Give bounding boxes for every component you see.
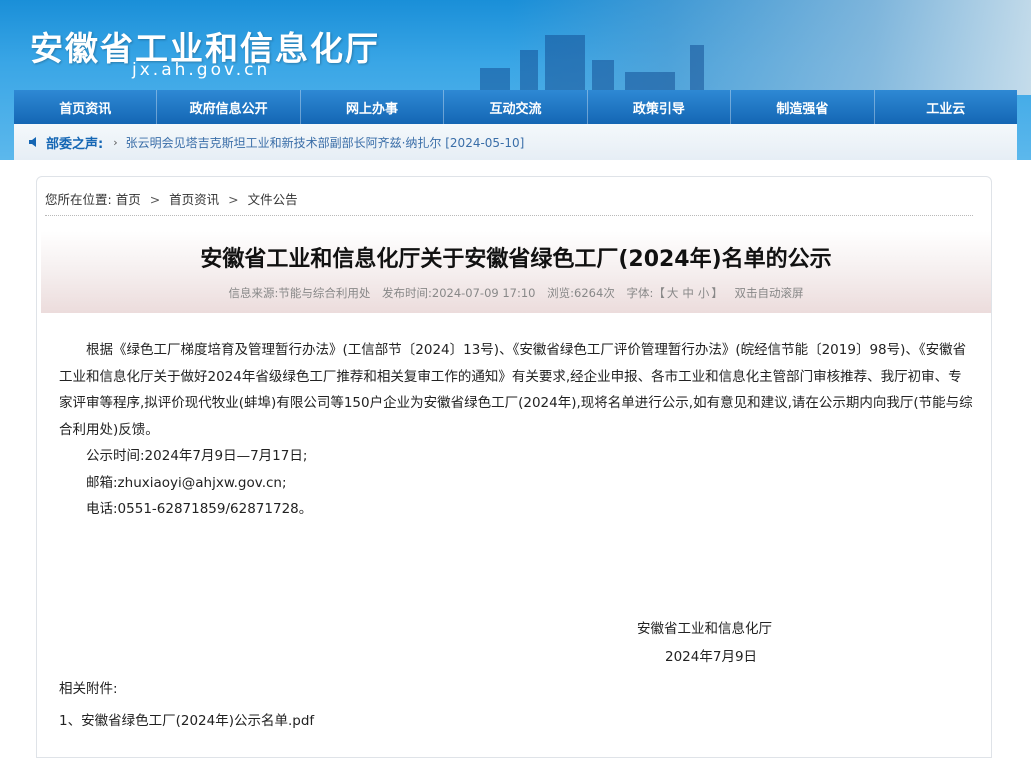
font-small-button[interactable]: 小 — [698, 286, 710, 300]
nav-item-industry-cloud[interactable]: 工业云 — [875, 90, 1017, 124]
nav-item-manufacturing[interactable]: 制造强省 — [731, 90, 875, 124]
nav-item-online-service[interactable]: 网上办事 — [301, 90, 445, 124]
nav-item-gov-info[interactable]: 政府信息公开 — [157, 90, 301, 124]
breadcrumb-prefix: 您所在位置: — [45, 192, 112, 207]
breadcrumb-home[interactable]: 首页 — [116, 192, 141, 207]
site-domain: jx.ah.gov.cn — [132, 60, 271, 80]
breadcrumb: 您所在位置: 首页 > 首页资讯 > 文件公告 — [45, 189, 298, 208]
ticker-news-link[interactable]: 张云明会见塔吉克斯坦工业和新技术部副部长阿齐兹·纳扎尔 [2024-05-10] — [126, 134, 525, 151]
article-body: 根据《绿色工厂梯度培育及管理暂行办法》(工信部节〔2024〕13号)、《安徽省绿… — [59, 337, 973, 523]
article-title: 安徽省工业和信息化厅关于安徽省绿色工厂(2024年)名单的公示 — [200, 247, 832, 272]
body-paragraph: 根据《绿色工厂梯度培育及管理暂行办法》(工信部节〔2024〕13号)、《安徽省绿… — [59, 342, 973, 438]
signature-org: 安徽省工业和信息化厅 — [637, 621, 772, 637]
nav-item-home[interactable]: 首页资讯 — [14, 90, 158, 124]
meta-date: 发布时间:2024-07-09 17:10 — [382, 286, 536, 300]
signature-date: 2024年7月9日 — [665, 649, 758, 665]
banner-building — [690, 45, 704, 90]
banner-cityscape — [511, 0, 1031, 95]
bracket-close: 】 — [711, 286, 723, 300]
banner-building — [545, 35, 585, 90]
attachment-link[interactable]: 1、安徽省绿色工厂(2024年)公示名单.pdf — [59, 709, 314, 729]
bracket-open: 【 — [653, 286, 665, 300]
font-size-control: 字体:【大中小】 — [626, 286, 726, 300]
breadcrumb-news[interactable]: 首页资讯 — [169, 192, 219, 207]
speaker-icon — [29, 137, 36, 147]
body-paragraph: 电话:0551-62871859/62871728。 — [86, 501, 313, 517]
nav-item-policy[interactable]: 政策引导 — [588, 90, 732, 124]
article-meta: 信息来源:节能与综合利用处 发布时间:2024-07-09 17:10 浏览:6… — [41, 285, 991, 301]
news-ticker: 部委之声: › 张云明会见塔吉克斯坦工业和新技术部副部长阿齐兹·纳扎尔 [202… — [14, 124, 1017, 160]
font-label: 字体: — [626, 286, 654, 300]
meta-source: 信息来源:节能与综合利用处 — [228, 286, 371, 300]
font-large-button[interactable]: 大 — [667, 286, 679, 300]
autoscroll-hint: 双击自动滚屏 — [734, 286, 804, 300]
breadcrumb-announcements[interactable]: 文件公告 — [248, 192, 298, 207]
banner-building — [520, 50, 538, 90]
main-nav: 首页资讯 政府信息公开 网上办事 互动交流 政策引导 制造强省 工业云 — [14, 90, 1017, 124]
nav-item-interaction[interactable]: 互动交流 — [444, 90, 588, 124]
breadcrumb-separator: > — [149, 192, 161, 207]
banner-building — [592, 60, 614, 90]
content-panel: 您所在位置: 首页 > 首页资讯 > 文件公告 安徽省工业和信息化厅关于安徽省绿… — [36, 176, 992, 758]
body-paragraph: 邮箱:zhuxiaoyi@ahjxw.gov.cn; — [86, 474, 287, 491]
font-medium-button[interactable]: 中 — [682, 286, 694, 300]
divider — [45, 215, 973, 216]
attachments-label: 相关附件: — [59, 681, 118, 697]
breadcrumb-separator: > — [228, 192, 239, 207]
ticker-label: 部委之声: — [46, 136, 104, 152]
ticker-separator: › — [113, 135, 118, 149]
meta-views: 浏览:6264次 — [547, 286, 615, 300]
banner-building — [480, 68, 510, 90]
banner-building — [625, 72, 675, 90]
body-paragraph: 公示时间:2024年7月9日—7月17日; — [86, 448, 308, 464]
article-header: 安徽省工业和信息化厅关于安徽省绿色工厂(2024年)名单的公示 信息来源:节能与… — [41, 231, 991, 313]
